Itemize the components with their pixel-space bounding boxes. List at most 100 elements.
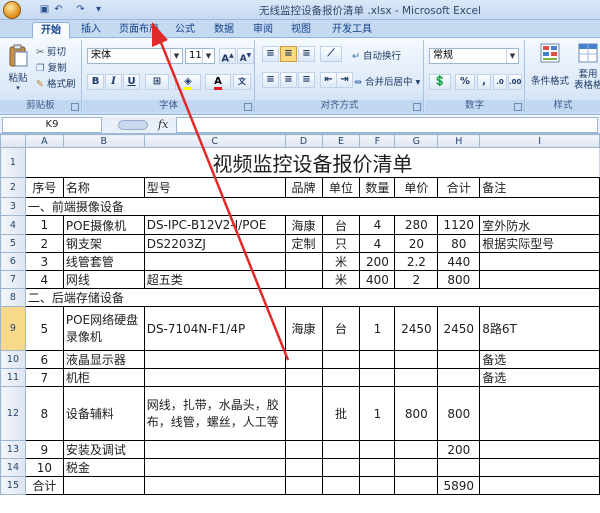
cell-f12[interactable]: 1 [359,386,396,441]
customize-qat-icon[interactable]: ▾ [92,3,105,16]
section-heading[interactable]: 一、前端摄像设备 [24,197,600,216]
cell-c4[interactable]: DS-IPC-B12V2-I/POE [143,215,286,235]
cell-e10[interactable] [321,350,361,369]
row-header[interactable]: 8 [0,288,26,307]
cell-a5[interactable]: 2 [24,234,64,253]
cell-a4[interactable]: 1 [24,215,64,235]
undo-icon[interactable]: ↶ [52,3,65,16]
cell-b7[interactable]: 网线 [62,270,145,289]
alignment-launcher-icon[interactable] [413,103,421,111]
cell-g13[interactable] [394,440,439,459]
cell-e5[interactable]: 只 [321,234,361,253]
italic-button[interactable]: I [105,74,122,90]
cell-b15[interactable] [62,476,145,495]
cell-i5[interactable]: 根据实际型号 [479,234,600,253]
wrap-text-button[interactable]: ↵ 自动换行 [352,48,401,62]
decrease-indent-button[interactable]: ⇤ [320,72,337,88]
select-all-corner[interactable] [0,134,26,148]
cell-e9[interactable]: 台 [321,306,361,351]
chevron-down-icon[interactable]: ▼ [506,49,518,63]
cell-d2[interactable]: 品牌 [284,177,323,198]
cell-a12[interactable]: 8 [24,386,64,441]
insert-function-icon[interactable]: fx [158,118,168,131]
row-header[interactable]: 15 [0,476,26,495]
cell-i2[interactable]: 备注 [479,177,600,198]
cell-d14[interactable] [284,458,323,477]
borders-button[interactable]: ⊞ [145,74,169,90]
cell-e2[interactable]: 单位 [321,177,361,198]
cell-b13[interactable]: 安装及调试 [62,440,145,459]
column-header-i[interactable]: I [479,134,600,148]
tab-formulas[interactable]: 公式 [170,22,200,38]
cell-g6[interactable]: 2.2 [394,252,439,271]
cell-c2[interactable]: 型号 [143,177,286,198]
chevron-down-icon[interactable]: ▼ [170,49,182,63]
font-color-button[interactable]: A [205,74,231,90]
cell-c11[interactable] [143,368,286,387]
cell-c14[interactable] [143,458,286,477]
cell-f10[interactable] [359,350,396,369]
format-painter-button[interactable]: ✎ 格式刷 [36,76,76,90]
cell-d12[interactable] [284,386,323,441]
tab-insert[interactable]: 插入 [74,22,108,38]
cell-a11[interactable]: 7 [24,368,64,387]
merge-center-button[interactable]: ⇹ 合并后居中 ▾ [354,74,420,88]
row-header[interactable]: 5 [0,234,26,253]
cell-a2[interactable]: 序号 [24,177,64,198]
conditional-format-button[interactable]: 条件格式 [530,42,570,87]
font-name-combo[interactable]: 宋体 ▼ [87,48,183,64]
align-bottom-button[interactable]: ≡ [298,46,315,62]
align-right-button[interactable]: ≡ [298,72,315,88]
cell-h12[interactable]: 800 [437,386,481,441]
cell-e6[interactable]: 米 [321,252,361,271]
cell-e11[interactable] [321,368,361,387]
cell-b9[interactable]: POE网络硬盘录像机 [62,306,145,351]
cell-a9[interactable]: 5 [24,306,64,351]
row-header[interactable]: 7 [0,270,26,289]
cell-i9[interactable]: 8路6T [479,306,600,351]
cell-g14[interactable] [394,458,439,477]
column-header-f[interactable]: F [359,134,396,148]
row-header[interactable]: 1 [0,147,26,178]
cell-a15[interactable]: 合计 [24,476,64,495]
cell-g5[interactable]: 20 [394,234,439,253]
cell-b12[interactable]: 设备辅料 [62,386,145,441]
align-left-button[interactable]: ≡ [262,72,279,88]
cell-i7[interactable] [479,270,600,289]
number-launcher-icon[interactable] [514,103,522,111]
cell-g7[interactable]: 2 [394,270,439,289]
cell-g4[interactable]: 280 [394,215,439,235]
font-size-combo[interactable]: 11 ▼ [185,48,215,64]
clipboard-launcher-icon[interactable] [71,103,79,111]
cell-h11[interactable] [437,368,481,387]
cell-c13[interactable] [143,440,286,459]
cell-i12[interactable] [479,386,600,441]
cell-i4[interactable]: 室外防水 [479,215,600,235]
tab-review[interactable]: 审阅 [248,22,278,38]
cell-g12[interactable]: 800 [394,386,439,441]
cell-d6[interactable] [284,252,323,271]
cell-h10[interactable] [437,350,481,369]
section-heading[interactable]: 二、后端存储设备 [24,288,600,307]
cell-h15[interactable]: 5890 [437,476,481,495]
percent-button[interactable]: % [455,74,475,90]
cell-f9[interactable]: 1 [359,306,396,351]
cell-a6[interactable]: 3 [24,252,64,271]
column-header-e[interactable]: E [321,134,361,148]
office-button[interactable] [3,1,21,19]
cell-f13[interactable] [359,440,396,459]
cell-g10[interactable] [394,350,439,369]
tab-page-layout[interactable]: 页面布局 [113,22,165,38]
cell-d9[interactable]: 海康 [284,306,323,351]
cell-g9[interactable]: 2450 [394,306,439,351]
cell-c9[interactable]: DS-7104N-F1/4P [143,306,286,351]
row-header[interactable]: 4 [0,215,26,235]
column-header-d[interactable]: D [284,134,323,148]
cell-c15[interactable] [143,476,286,495]
row-header[interactable]: 2 [0,177,26,198]
cell-e14[interactable] [321,458,361,477]
cell-h4[interactable]: 1120 [437,215,481,235]
tab-home[interactable]: 开始 [32,22,70,38]
row-header[interactable]: 12 [0,386,26,441]
increase-indent-button[interactable]: ⇥ [336,72,353,88]
